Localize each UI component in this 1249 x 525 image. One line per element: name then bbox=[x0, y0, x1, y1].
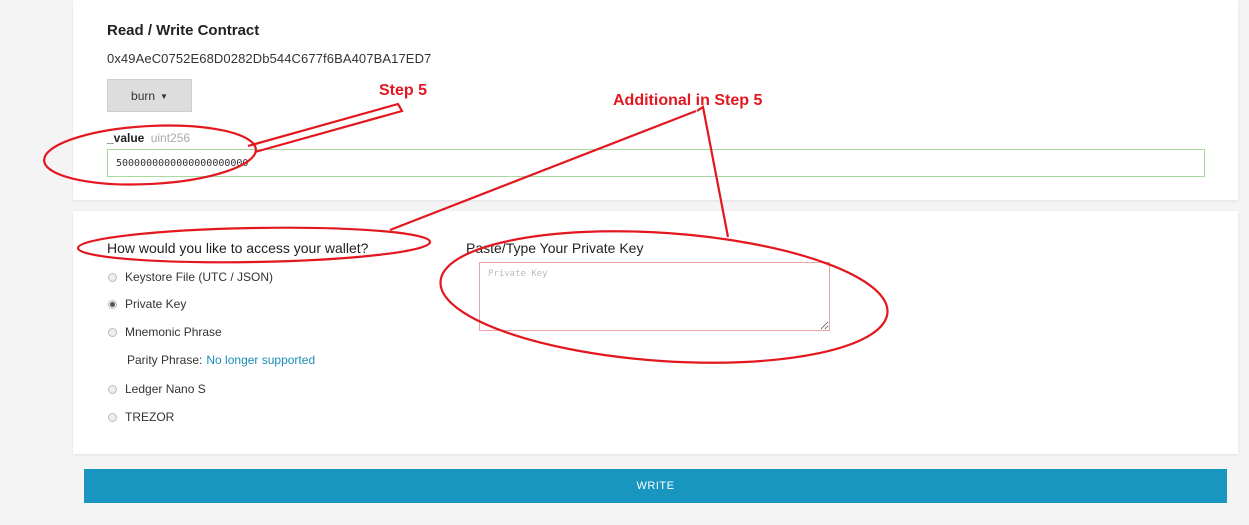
annotation-ellipse-private-key bbox=[439, 230, 889, 364]
annotation-ellipse-value bbox=[43, 124, 257, 186]
annotation-step5: Step 5 bbox=[379, 82, 428, 99]
annotation-line-additional-left bbox=[389, 109, 697, 232]
annotation-ellipse-access bbox=[76, 226, 432, 264]
annotation-line-additional-right bbox=[696, 105, 730, 238]
annotation-additional: Additional in Step 5 bbox=[613, 92, 763, 109]
annotation-line-step5 bbox=[247, 102, 404, 154]
annotation-overlay bbox=[43, 102, 889, 364]
